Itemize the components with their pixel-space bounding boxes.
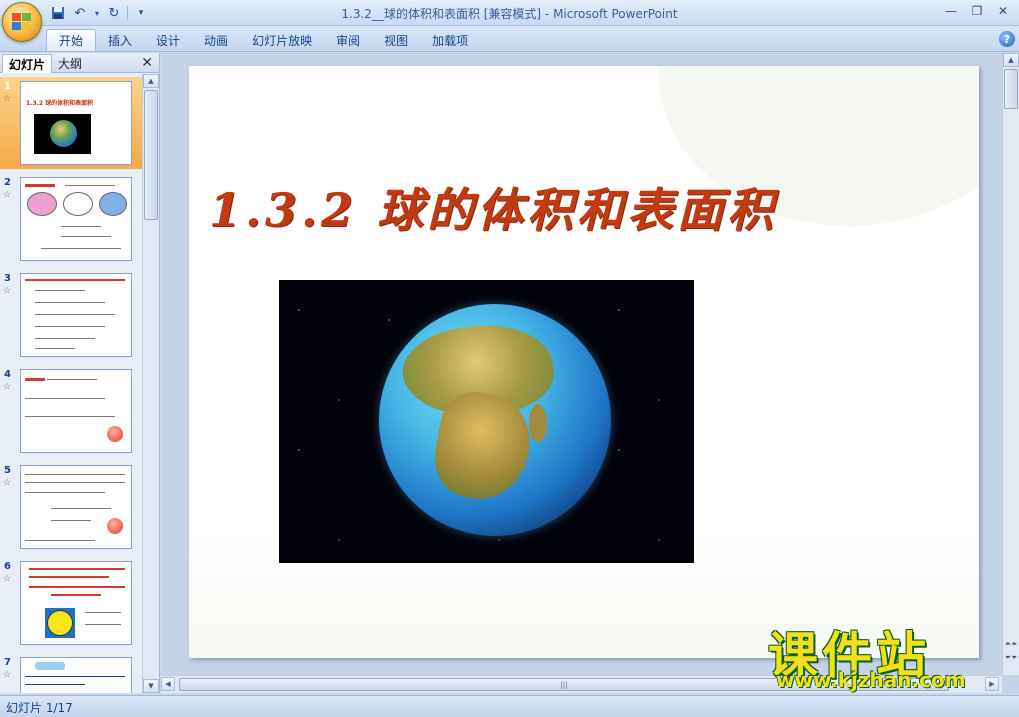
tab-view[interactable]: 视图 bbox=[372, 29, 420, 51]
current-slide[interactable]: 1.3.2 球的体积和表面积 bbox=[189, 66, 979, 658]
animation-star-icon: ☆ bbox=[3, 382, 12, 392]
panel-scrollbar[interactable]: ▲ ▼ bbox=[142, 74, 159, 693]
earth-globe-image[interactable] bbox=[279, 280, 694, 563]
title-bar: ↶ ▾ ↻ ▾ 1.3.2__球的体积和表面积 [兼容模式] - Microso… bbox=[0, 0, 1019, 42]
scroll-thumb[interactable] bbox=[144, 90, 158, 220]
slide-number: 6 bbox=[4, 561, 11, 572]
minimize-icon[interactable]: — bbox=[939, 2, 963, 20]
globe-icon bbox=[379, 304, 611, 536]
slide-thumbnail-6[interactable]: 6 ☆ bbox=[0, 557, 142, 649]
panel-close-icon[interactable]: ✕ bbox=[141, 55, 153, 71]
close-icon[interactable]: ✕ bbox=[991, 2, 1015, 20]
window-title: 1.3.2__球的体积和表面积 [兼容模式] - Microsoft Power… bbox=[341, 7, 678, 21]
slide-thumbnail-5[interactable]: 5 ☆ bbox=[0, 461, 142, 553]
slide-preview bbox=[20, 561, 132, 645]
thumb-title: 1.3.2 球的体积和表面积 bbox=[26, 100, 94, 107]
scroll-thumb[interactable] bbox=[1004, 69, 1018, 109]
tab-insert[interactable]: 插入 bbox=[96, 29, 144, 51]
slide-thumbnail-4[interactable]: 4 ☆ bbox=[0, 365, 142, 457]
tab-addins[interactable]: 加载项 bbox=[420, 29, 480, 51]
animation-star-icon: ☆ bbox=[3, 190, 12, 200]
editor-vertical-scrollbar[interactable]: ▲ ⏶⏶ ⏷⏷ bbox=[1002, 53, 1019, 675]
office-button[interactable] bbox=[2, 2, 42, 42]
tab-home[interactable]: 开始 bbox=[46, 29, 97, 51]
slide-thumbnail-2[interactable]: 2 ☆ bbox=[0, 173, 142, 265]
slide-number: 5 bbox=[4, 465, 11, 476]
slide-preview: 1.3.2 球的体积和表面积 bbox=[20, 81, 132, 165]
animation-star-icon: ☆ bbox=[3, 574, 12, 584]
slide-thumbnail-7[interactable]: 7 ☆ bbox=[0, 653, 142, 693]
slide-editor: 1.3.2 球的体积和表面积 ▲ ⏶⏶ ⏷⏷ ◀ ||| ▶ bbox=[161, 53, 1019, 693]
window-controls: — ❐ ✕ bbox=[939, 2, 1015, 20]
slide-thumbnail-3[interactable]: 3 ☆ bbox=[0, 269, 142, 361]
tab-slides[interactable]: 幻灯片 bbox=[2, 54, 53, 73]
slide-preview bbox=[20, 465, 132, 549]
slide-number: 1 bbox=[4, 81, 11, 92]
scroll-up-icon[interactable]: ▲ bbox=[1003, 53, 1019, 67]
scroll-left-icon[interactable]: ◀ bbox=[161, 677, 175, 691]
slide-preview bbox=[20, 177, 132, 261]
animation-star-icon: ☆ bbox=[3, 478, 12, 488]
office-logo-icon bbox=[12, 13, 33, 32]
tab-outline[interactable]: 大纲 bbox=[52, 54, 88, 73]
panel-tabs: 幻灯片 大纲 ✕ bbox=[0, 53, 159, 73]
scroll-down-icon[interactable]: ▼ bbox=[143, 679, 159, 693]
watermark-url: www.kjzhan.com bbox=[776, 668, 966, 692]
slide-indicator: 幻灯片 1/17 bbox=[6, 701, 73, 715]
slide-number: 2 bbox=[4, 177, 11, 188]
slides-panel: 幻灯片 大纲 ✕ 1 ☆ 1.3.2 球的体积和表面积 2 ☆ 3 ☆ 4 ☆ … bbox=[0, 53, 160, 693]
animation-star-icon: ☆ bbox=[3, 286, 12, 296]
slide-number: 3 bbox=[4, 273, 11, 284]
tab-design[interactable]: 设计 bbox=[144, 29, 192, 51]
thumb-earth-image bbox=[34, 114, 91, 154]
ribbon-tabs: 开始 插入 设计 动画 幻灯片放映 审阅 视图 加载项 bbox=[46, 29, 480, 51]
slide-number: 4 bbox=[4, 369, 11, 380]
slide-number: 7 bbox=[4, 657, 11, 668]
scroll-up-icon[interactable]: ▲ bbox=[143, 74, 159, 88]
help-icon[interactable]: ? bbox=[999, 31, 1015, 47]
slide-preview bbox=[20, 369, 132, 453]
slide-thumbnail-1[interactable]: 1 ☆ 1.3.2 球的体积和表面积 bbox=[0, 77, 142, 169]
animation-star-icon: ☆ bbox=[3, 94, 12, 104]
ribbon: 开始 插入 设计 动画 幻灯片放映 审阅 视图 加载项 ? bbox=[0, 26, 1019, 52]
animation-star-icon: ☆ bbox=[3, 670, 12, 680]
slide-title[interactable]: 1.3.2 球的体积和表面积 bbox=[209, 174, 777, 240]
status-bar: 幻灯片 1/17 bbox=[0, 695, 1019, 717]
slide-thumbnail-list: 1 ☆ 1.3.2 球的体积和表面积 2 ☆ 3 ☆ 4 ☆ 5 ☆ 6 ☆ 7… bbox=[0, 74, 142, 693]
slide-preview bbox=[20, 273, 132, 357]
slide-preview bbox=[20, 657, 132, 693]
tab-review[interactable]: 审阅 bbox=[324, 29, 372, 51]
tab-slideshow[interactable]: 幻灯片放映 bbox=[240, 29, 324, 51]
restore-icon[interactable]: ❐ bbox=[965, 2, 989, 20]
watermark-logo: 课件站 www.kjzhan.com bbox=[768, 616, 1008, 692]
tab-animations[interactable]: 动画 bbox=[192, 29, 240, 51]
